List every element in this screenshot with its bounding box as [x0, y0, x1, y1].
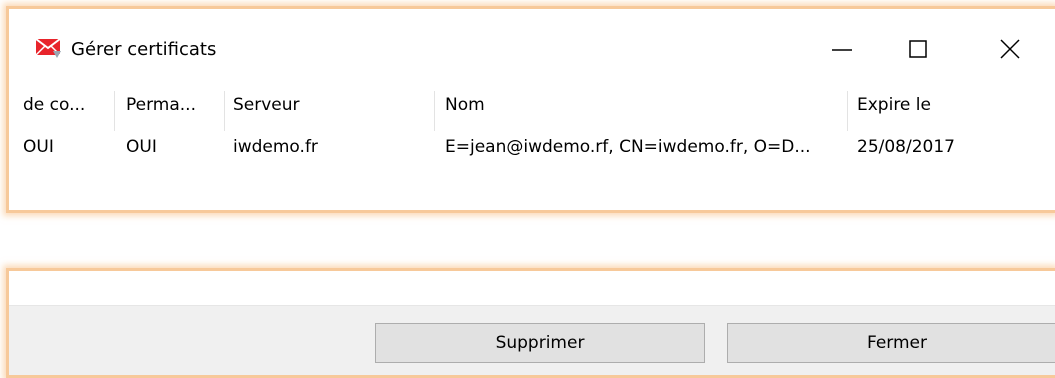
close-icon [1000, 39, 1020, 59]
cell-serveur: iwdemo.fr [233, 137, 318, 157]
column-separator[interactable] [847, 91, 848, 131]
envelope-certificate-icon [35, 36, 63, 60]
column-header-nom[interactable]: Nom [445, 91, 485, 119]
table-header: de co... Perma... Serveur Nom Expire le [9, 91, 1055, 131]
maximize-icon [909, 40, 927, 58]
close-dialog-button[interactable]: Fermer [727, 323, 1055, 363]
close-button[interactable] [987, 29, 1033, 69]
minimize-icon [832, 49, 852, 51]
column-header-de-co[interactable]: de co... [23, 91, 85, 119]
column-separator[interactable] [434, 91, 435, 131]
maximize-button[interactable] [895, 29, 941, 69]
column-header-permanent[interactable]: Perma... [126, 91, 196, 119]
certificates-window: Gérer certificats de co... Perma... Serv… [6, 6, 1055, 213]
cell-de-co: OUI [23, 137, 54, 157]
window-title: Gérer certificats [71, 39, 217, 60]
column-header-serveur[interactable]: Serveur [233, 91, 300, 119]
button-bar-panel: Supprimer Fermer [6, 268, 1055, 378]
table-row[interactable]: OUI OUI iwdemo.fr E=jean@iwdemo.rf, CN=i… [9, 133, 1055, 161]
column-separator[interactable] [114, 91, 115, 131]
cell-expire-le: 25/08/2017 [857, 137, 955, 157]
column-header-expire-le[interactable]: Expire le [857, 91, 931, 119]
delete-button[interactable]: Supprimer [375, 323, 705, 363]
column-separator[interactable] [224, 91, 225, 131]
cell-nom: E=jean@iwdemo.rf, CN=iwdemo.fr, O=D... [445, 137, 811, 157]
minimize-button[interactable] [819, 29, 865, 69]
cell-permanent: OUI [126, 137, 157, 157]
title-bar[interactable]: Gérer certificats [9, 9, 1055, 81]
